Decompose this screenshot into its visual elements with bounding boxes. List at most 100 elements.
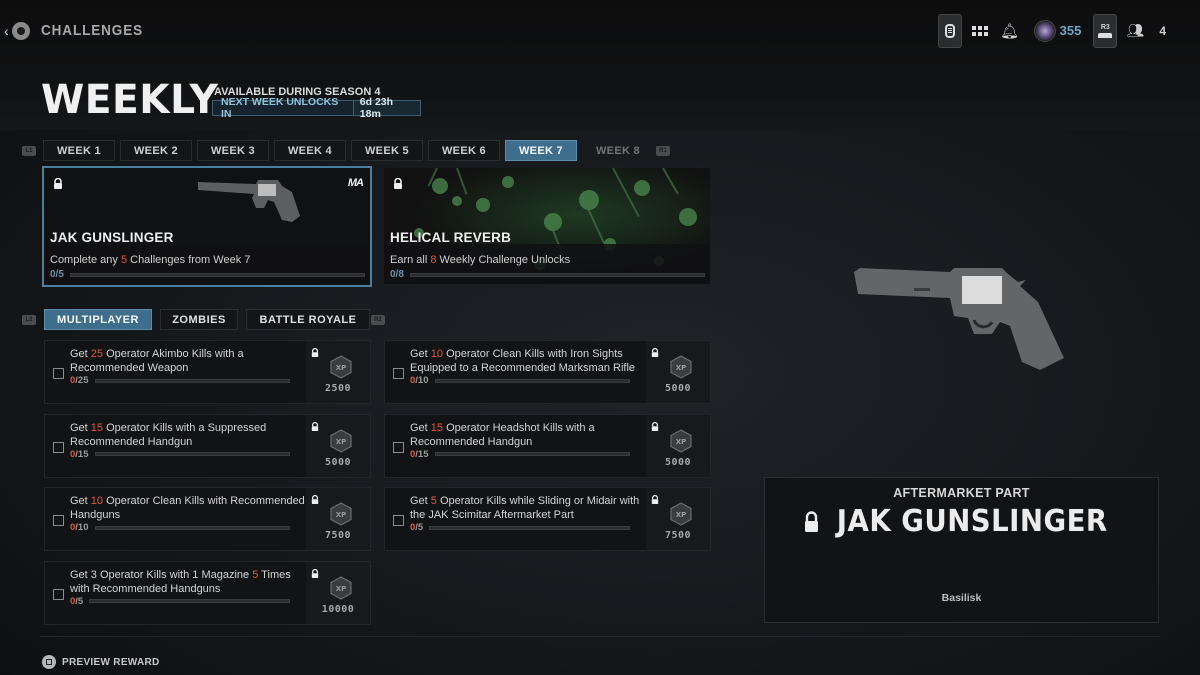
reward-card-jak-gunslinger[interactable]: MA JAK GUNSLINGER Complete any 5 Challen…	[42, 166, 372, 287]
revolver-image	[198, 180, 300, 222]
challenge-card[interactable]: Get 5 Operator Kills while Sliding or Mi…	[384, 487, 711, 551]
progress-text: 0/15	[70, 448, 89, 460]
svg-text:XP: XP	[336, 438, 347, 446]
svg-text:XP: XP	[676, 438, 687, 446]
rank-points: 355	[1059, 23, 1082, 38]
challenge-reward: XP 5000	[646, 414, 710, 477]
challenge-card[interactable]: Get 15 Operator Headshot Kills with a Re…	[384, 413, 711, 478]
reward-description: Earn all 8 Weekly Challenge Unlocks	[390, 254, 571, 266]
tab-week-5[interactable]: WEEK 5	[351, 140, 423, 161]
decor-dot	[452, 196, 462, 206]
decor-dot	[476, 198, 490, 212]
tab-week-7[interactable]: WEEK 7	[505, 140, 577, 161]
reward-name: JAK GUNSLINGER	[50, 230, 174, 245]
challenge-checkbox[interactable]	[393, 368, 404, 379]
progress-text: 0/10	[410, 375, 429, 386]
challenge-card[interactable]: Get 3 Operator Kills with 1 Magazine 5 T…	[44, 560, 371, 625]
reward-category: AFTERMARKET PART	[893, 486, 1030, 500]
breadcrumb: CHALLENGES	[41, 22, 144, 39]
tab-week-4[interactable]: WEEK 4	[274, 140, 346, 161]
svg-text:XP: XP	[336, 585, 347, 593]
rank-display[interactable]: 355	[1028, 14, 1088, 48]
divider	[40, 636, 1160, 637]
tab-week-2[interactable]: WEEK 2	[120, 140, 192, 161]
progress-text: 0/10	[70, 522, 89, 533]
l2-hint: L2	[22, 315, 36, 325]
challenge-checkbox[interactable]	[53, 515, 64, 526]
progress-bar	[94, 452, 290, 456]
challenge-checkbox[interactable]	[53, 588, 64, 600]
challenge-reward: XP 10000	[306, 561, 370, 624]
social-button[interactable]: R3	[1093, 13, 1118, 48]
progress-bar	[434, 452, 630, 456]
controller-menu-icon	[944, 23, 955, 38]
progress-text: 0/5	[50, 269, 64, 280]
notifications-button[interactable]: 🔔︎	[998, 14, 1022, 48]
weapon-preview-image	[854, 268, 1064, 370]
progress-text: 0/25	[70, 375, 89, 386]
xp-token-icon: XP	[330, 355, 352, 379]
tab-week-1[interactable]: WEEK 1	[43, 140, 115, 161]
reward-progress: 0/5	[50, 269, 365, 280]
challenge-card[interactable]: Get 25 Operator Akimbo Kills with a Reco…	[44, 340, 371, 404]
preview-reward-button[interactable]: PREVIEW REWARD	[42, 655, 160, 669]
xp-amount: 10000	[321, 603, 355, 615]
decor-dot	[502, 176, 514, 188]
tab-week-3[interactable]: WEEK 3	[197, 140, 269, 161]
tab-multiplayer[interactable]: MULTIPLAYER	[44, 309, 152, 330]
progress-bar	[409, 272, 705, 277]
xp-amount: 5000	[664, 456, 692, 468]
lock-icon	[311, 492, 319, 510]
challenge-card[interactable]: Get 10 Operator Clean Kills with Iron Si…	[384, 340, 711, 404]
lock-icon	[651, 419, 659, 437]
decor-dot	[432, 178, 448, 194]
preview-reward-label: PREVIEW REWARD	[62, 656, 160, 668]
lock-icon	[311, 345, 319, 363]
xp-token-icon: XP	[670, 355, 692, 379]
challenge-checkbox[interactable]	[53, 368, 64, 379]
challenge-checkbox[interactable]	[53, 441, 64, 453]
challenge-reward: XP 7500	[306, 488, 370, 550]
xp-token-icon: XP	[330, 575, 352, 600]
progress-bar	[94, 525, 290, 530]
top-bar: 🔔︎ 355 R3 👥︎ 4	[937, 13, 1172, 48]
mastercraft-logo-icon: MA	[347, 177, 364, 189]
challenge-description: Get 25 Operator Akimbo Kills with a Reco…	[70, 348, 244, 374]
challenge-reward: XP 5000	[306, 414, 370, 477]
challenge-card[interactable]: Get 15 Operator Kills with a Suppressed …	[44, 413, 371, 478]
progress-text: 0/15	[410, 448, 429, 460]
tab-zombies[interactable]: ZOMBIES	[160, 309, 238, 330]
back-button[interactable]: ‹	[4, 22, 30, 40]
xp-token-icon: XP	[330, 428, 352, 453]
lock-icon	[651, 492, 659, 510]
apps-button[interactable]	[968, 14, 992, 48]
svg-text:XP: XP	[336, 364, 347, 372]
challenge-checkbox[interactable]	[393, 441, 404, 453]
party-button[interactable]: 👥︎	[1123, 14, 1147, 48]
xp-token-icon: XP	[330, 502, 352, 526]
tab-battle-royale[interactable]: BATTLE ROYALE	[246, 309, 370, 330]
challenge-checkbox[interactable]	[393, 515, 404, 526]
lock-icon	[311, 419, 319, 437]
progress-text: 0/8	[390, 269, 404, 280]
menu-button[interactable]	[937, 13, 962, 48]
grid-icon	[968, 25, 992, 36]
week-tabs: WEEK 1 WEEK 2 WEEK 3 WEEK 4 WEEK 5 WEEK 6 WEEK…	[43, 140, 654, 161]
mode-tabs: MULTIPLAYER ZOMBIES BATTLE ROYALE	[44, 309, 370, 330]
challenge-description: Get 10 Operator Clean Kills with Recomme…	[70, 495, 305, 521]
reward-title: JAK GUNSLINGER	[765, 504, 1158, 539]
tab-week-8[interactable]: WEEK 8	[582, 140, 654, 161]
chevron-left-icon: ‹	[4, 23, 9, 39]
tab-week-6[interactable]: WEEK 6	[428, 140, 500, 161]
challenge-description: Get 15 Operator Headshot Kills with a Re…	[410, 421, 595, 448]
reward-card-helical-reverb[interactable]: HELICAL REVERB Earn all 8 Weekly Challen…	[384, 168, 710, 284]
square-button-icon	[42, 655, 56, 669]
challenge-reward: XP 2500	[306, 341, 370, 403]
r2-hint: R2	[371, 315, 385, 325]
challenge-card[interactable]: Get 10 Operator Clean Kills with Recomme…	[44, 487, 371, 551]
r1-hint: R1	[656, 146, 670, 156]
rank-emblem-icon	[1033, 19, 1056, 42]
challenge-description: Get 5 Operator Kills while Sliding or Mi…	[410, 495, 640, 521]
challenge-reward: XP 7500	[646, 488, 710, 550]
xp-amount: 7500	[664, 530, 692, 541]
